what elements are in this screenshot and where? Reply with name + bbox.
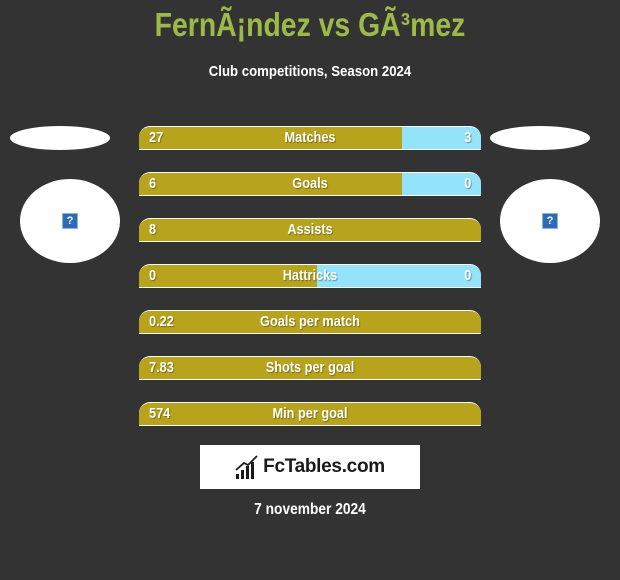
- left-value: 0: [149, 267, 157, 284]
- right-player-avatar: ?: [500, 179, 600, 263]
- stat-row: 7.83 Shots per goal: [139, 356, 481, 380]
- left-player-avatar: ?: [20, 179, 120, 263]
- stat-label: Assists: [287, 221, 333, 238]
- stat-row: 27 Matches 3: [139, 126, 481, 150]
- stat-label: Goals: [292, 175, 328, 192]
- left-value: 27: [149, 129, 164, 146]
- left-player-name-oval: [10, 126, 110, 150]
- page-title: FernÃ¡ndez vs GÃ³mez: [154, 6, 466, 43]
- stat-label: Matches: [284, 129, 336, 146]
- right-player-name-oval: [490, 126, 590, 150]
- broken-image-icon: ?: [542, 213, 558, 229]
- stat-row: 0.22 Goals per match: [139, 310, 481, 334]
- logo-text: FcTables.com: [263, 456, 385, 477]
- bar-chart-logo-icon: [235, 455, 258, 479]
- right-value: 0: [463, 267, 471, 284]
- stat-row: 574 Min per goal: [139, 402, 481, 426]
- stat-row: 8 Assists: [139, 218, 481, 242]
- left-value: 8: [149, 221, 157, 238]
- right-value: 3: [463, 129, 471, 146]
- broken-image-icon: ?: [62, 213, 78, 229]
- stat-label: Goals per match: [260, 313, 360, 330]
- stat-label: Min per goal: [272, 405, 348, 422]
- right-value: 0: [463, 175, 471, 192]
- stat-row: 6 Goals 0: [139, 172, 481, 196]
- left-value: 6: [149, 175, 157, 192]
- stat-row: 0 Hattricks 0: [139, 264, 481, 288]
- fctables-logo[interactable]: FcTables.com: [200, 445, 420, 489]
- date-label: 7 november 2024: [254, 501, 366, 518]
- stat-label: Shots per goal: [265, 359, 355, 376]
- stat-label: Hattricks: [282, 267, 338, 284]
- page-subtitle: Club competitions, Season 2024: [208, 63, 412, 80]
